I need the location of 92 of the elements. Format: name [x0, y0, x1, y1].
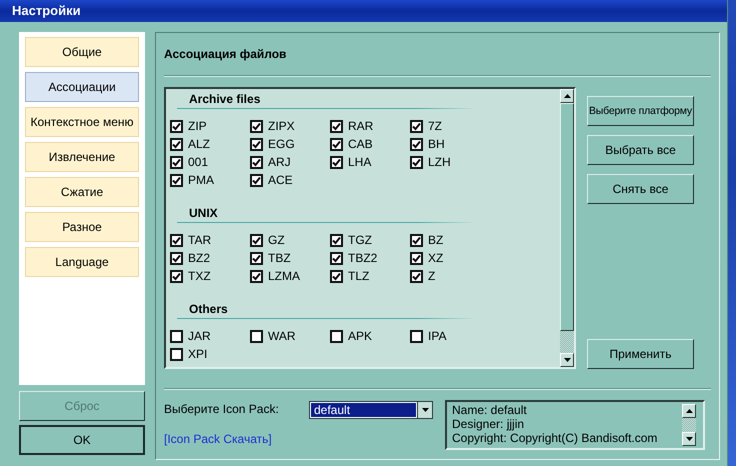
- sidebar-item[interactable]: Разное: [25, 212, 139, 242]
- checkbox-label: LHA: [348, 155, 372, 169]
- checkbox-label: TBZ2: [348, 251, 378, 265]
- checkbox[interactable]: [170, 330, 183, 342]
- checkbox[interactable]: [250, 120, 263, 132]
- scroll-up-icon[interactable]: [686, 409, 692, 413]
- checkbox-label: TGZ: [348, 233, 372, 247]
- deselect-all-button[interactable]: Снять все: [587, 174, 694, 204]
- checkbox[interactable]: [250, 330, 263, 342]
- icon-pack-label: Выберите Icon Pack:: [164, 401, 280, 416]
- checkbox[interactable]: [330, 138, 343, 150]
- checkbox[interactable]: [250, 156, 263, 168]
- checkbox[interactable]: [170, 270, 183, 282]
- checkbox-label: ZIPX: [268, 119, 295, 133]
- checkbox-label: XZ: [428, 251, 444, 265]
- checkbox-label: BH: [428, 137, 445, 151]
- window-title: Настройки: [12, 2, 81, 20]
- sidebar-item[interactable]: Общие: [25, 37, 139, 67]
- info-line: Name: default: [452, 403, 528, 417]
- checkbox-label: ACE: [268, 173, 293, 187]
- checkbox-label: TXZ: [188, 269, 211, 283]
- checkbox-label: CAB: [348, 137, 373, 151]
- checkbox-label: RAR: [348, 119, 374, 133]
- checkbox-label: ZIP: [188, 119, 207, 133]
- scroll-down-icon[interactable]: [564, 358, 570, 362]
- select-all-button[interactable]: Выбрать все: [587, 135, 694, 165]
- download-link[interactable]: [Icon Pack Скачать]: [164, 432, 309, 446]
- sidebar-item[interactable]: Контекстное меню: [25, 107, 139, 137]
- info-line: Designer: jjjin: [452, 417, 526, 431]
- sidebar-item[interactable]: Извлечение: [25, 142, 139, 172]
- checkbox[interactable]: [170, 120, 183, 132]
- checkbox[interactable]: [330, 156, 343, 168]
- checkbox[interactable]: [410, 234, 423, 246]
- checkbox-label: IPA: [428, 329, 446, 343]
- checkbox[interactable]: [170, 252, 183, 264]
- checkbox[interactable]: [410, 330, 423, 342]
- checkbox-label: APK: [348, 329, 372, 343]
- ok-button[interactable]: OK: [19, 425, 145, 455]
- checkbox-label: Z: [428, 269, 436, 283]
- checkbox-label: GZ: [268, 233, 285, 247]
- checkbox[interactable]: [410, 138, 423, 150]
- checkbox[interactable]: [410, 156, 423, 168]
- dropdown-arrow-icon[interactable]: [422, 408, 428, 412]
- sidebar-item[interactable]: Ассоциации: [25, 72, 139, 102]
- checkbox-label: ARJ: [268, 155, 291, 169]
- checkbox[interactable]: [410, 270, 423, 282]
- checkbox[interactable]: [170, 138, 183, 150]
- checkbox[interactable]: [250, 270, 263, 282]
- section-title: Ассоциация файлов: [164, 47, 288, 63]
- checkbox[interactable]: [170, 174, 183, 186]
- sidebar-item[interactable]: Сжатие: [25, 177, 139, 207]
- checkbox-label: BZ2: [188, 251, 210, 265]
- checkbox-label: XPI: [188, 347, 208, 361]
- checkbox[interactable]: [330, 252, 343, 264]
- checkbox[interactable]: [250, 234, 263, 246]
- checkbox[interactable]: [330, 234, 343, 246]
- group-heading: Others: [188, 301, 229, 317]
- icon-pack-dropdown[interactable]: default: [309, 401, 433, 419]
- checkbox-label: PMA: [188, 173, 214, 187]
- group-heading: Archive files: [188, 91, 262, 107]
- checkbox-label: LZH: [428, 155, 451, 169]
- checkbox-label: ALZ: [188, 137, 210, 151]
- group-heading: UNIX: [188, 205, 219, 221]
- checkbox-label: WAR: [268, 329, 296, 343]
- checkbox-label: TBZ: [268, 251, 291, 265]
- checkbox-label: EGG: [268, 137, 295, 151]
- checkbox[interactable]: [330, 120, 343, 132]
- checkbox[interactable]: [410, 120, 423, 132]
- scrollbar[interactable]: [560, 89, 574, 367]
- checkbox[interactable]: [250, 174, 263, 186]
- checkbox[interactable]: [170, 234, 183, 246]
- checkbox-label: 001: [188, 155, 208, 169]
- apply-button[interactable]: Применить: [587, 339, 694, 369]
- checkbox-label: 7Z: [428, 119, 442, 133]
- checkbox[interactable]: [410, 252, 423, 264]
- checkbox[interactable]: [170, 348, 183, 360]
- checkbox[interactable]: [250, 138, 263, 150]
- checkbox-label: BZ: [428, 233, 444, 247]
- checkbox[interactable]: [330, 270, 343, 282]
- checkbox[interactable]: [170, 156, 183, 168]
- scroll-down-icon[interactable]: [686, 437, 692, 441]
- sidebar-item[interactable]: Language: [25, 247, 139, 277]
- scrollbar[interactable]: [682, 404, 696, 446]
- checkbox-label: TAR: [188, 233, 212, 247]
- checkbox-label: LZMA: [268, 269, 300, 283]
- scroll-up-icon[interactable]: [564, 94, 570, 98]
- info-line: Copyright: Copyright(C) Bandisoft.com: [452, 431, 658, 445]
- checkbox[interactable]: [330, 330, 343, 342]
- checkbox-label: TLZ: [348, 269, 370, 283]
- checkbox-label: JAR: [188, 329, 211, 343]
- checkbox[interactable]: [250, 252, 263, 264]
- platform-button[interactable]: Выберите платформу: [587, 96, 694, 126]
